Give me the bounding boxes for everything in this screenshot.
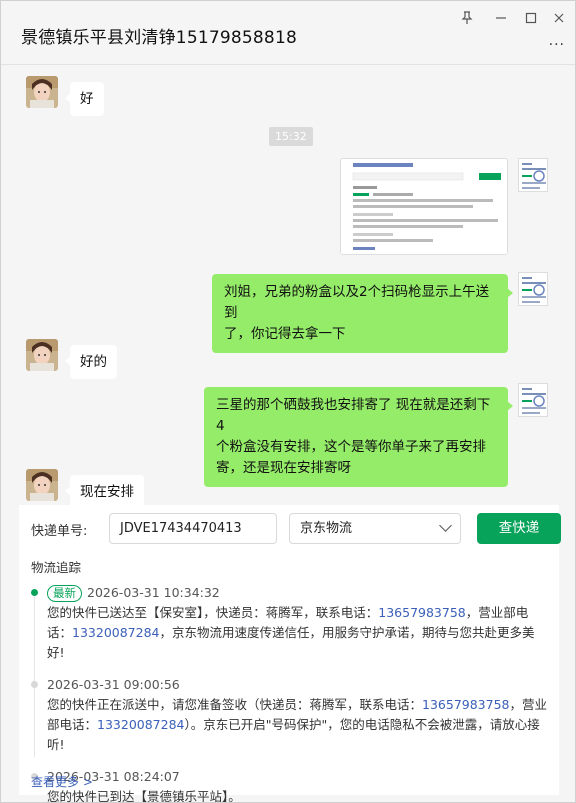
close-icon[interactable] <box>545 7 573 29</box>
courier-phone-link[interactable]: 13657983758 <box>378 605 465 620</box>
express-tracking-panel: 快递单号: JDVE17434470413 京东物流 查快递 物流追踪 最新 20… <box>19 505 561 802</box>
tracking-event-header: 最新 2026-03-31 10:34:32 <box>47 583 551 603</box>
maximize-icon[interactable] <box>517 7 545 29</box>
contact-avatar[interactable] <box>26 339 58 371</box>
title-bar: 景德镇乐平县刘清铮15179858818 ··· <box>1 1 575 65</box>
message-timestamp: 15:32 <box>269 127 313 146</box>
self-avatar[interactable] <box>518 383 548 417</box>
message-bubble[interactable]: 好的 <box>65 345 117 379</box>
tracking-timeline: 最新 2026-03-31 10:34:32 您的快件已送达至【保安室】，快递员：… <box>31 583 551 803</box>
carrier-select-value: 京东物流 <box>300 521 353 536</box>
tracking-event-text: 您的快件已送达至【保安室】，快递员：蒋腾军，联系电话：13657983758，营… <box>47 605 535 660</box>
chat-title: 景德镇乐平县刘清铮15179858818 <box>21 28 297 48</box>
message-list[interactable]: 好 15:32 刘姐，兄弟的粉盒以及2个扫码枪显示上午送到 了，你记得去拿一下 … <box>1 66 575 509</box>
latest-badge: 最新 <box>47 585 82 602</box>
tracking-number-label: 快递单号: <box>31 524 88 539</box>
more-options-button[interactable]: ··· <box>549 37 565 53</box>
tracking-event-time: 2026-03-31 08:24:07 <box>47 769 180 784</box>
station-phone-link[interactable]: 13320087284 <box>97 717 184 732</box>
carrier-select[interactable]: 京东物流 <box>289 513 461 544</box>
tracking-event-time: 2026-03-31 09:00:56 <box>47 677 180 692</box>
message-bubble[interactable]: 现在安排 <box>65 475 144 509</box>
tracking-event-text: 您的快件正在派送中，请您准备签收（快递员：蒋腾军，联系电话：1365798375… <box>47 697 548 752</box>
query-express-button[interactable]: 查快递 <box>477 513 561 544</box>
query-row: 快递单号: JDVE17434470413 京东物流 查快递 <box>31 513 561 545</box>
tracking-event: 2026-03-31 08:24:07 您的快件已到达【景德镇乐平站】。 <box>31 767 551 803</box>
message-bubble[interactable]: 刘姐，兄弟的粉盒以及2个扫码枪显示上午送到 了，你记得去拿一下 <box>212 274 513 353</box>
chevron-down-icon <box>439 519 452 532</box>
tracking-event: 2026-03-31 09:00:56 您的快件正在派送中，请您准备签收（快递员… <box>31 675 551 755</box>
view-more-link[interactable]: 查看更多 > <box>31 773 93 790</box>
pin-icon[interactable] <box>453 7 481 29</box>
chat-window: 景德镇乐平县刘清铮15179858818 ··· 好 15:32 刘姐，兄弟的粉… <box>0 0 576 803</box>
station-phone-link[interactable]: 13320087284 <box>72 625 159 640</box>
message-bubble[interactable]: 三星的那个硒鼓我也安排寄了 现在就是还剩下4 个粉盒没有安排，这个是等你单子来了… <box>204 387 513 487</box>
tracking-section-title: 物流追踪 <box>31 560 82 575</box>
contact-avatar[interactable] <box>26 469 58 501</box>
timeline-dot-active <box>31 589 38 596</box>
tracking-event: 最新 2026-03-31 10:34:32 您的快件已送达至【保安室】，快递员：… <box>31 583 551 663</box>
self-avatar[interactable] <box>518 158 548 192</box>
self-avatar[interactable] <box>518 272 548 306</box>
courier-phone-link[interactable]: 13657983758 <box>422 697 509 712</box>
image-message[interactable] <box>340 158 508 255</box>
tracking-number-input[interactable]: JDVE17434470413 <box>109 513 277 544</box>
tracking-event-time: 2026-03-31 10:34:32 <box>87 585 220 600</box>
timeline-dot <box>31 681 38 688</box>
minimize-icon[interactable] <box>487 7 515 29</box>
tracking-event-text: 您的快件已到达【景德镇乐平站】。 <box>47 789 241 803</box>
message-bubble[interactable]: 好 <box>65 82 104 116</box>
contact-avatar[interactable] <box>26 76 58 108</box>
